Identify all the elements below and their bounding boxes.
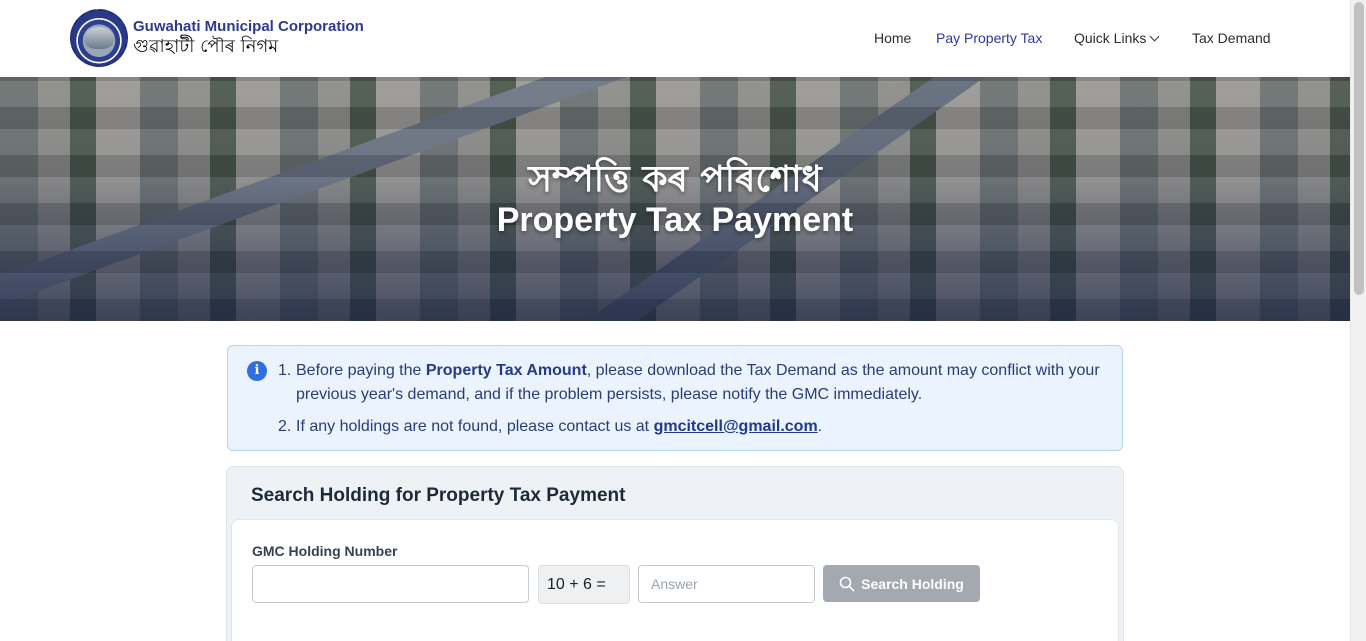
contact-email-link[interactable]: gmcitcell@gmail.com [654,418,818,435]
card-title: Search Holding for Property Tax Payment [251,485,626,506]
page-scrollbar[interactable] [1350,0,1366,641]
search-icon [839,576,855,591]
nav-quick-links-label: Quick Links [1074,30,1147,46]
hero-banner: সম্পত্তি কৰ পৰিশোধ Property Tax Payment [0,77,1350,321]
brand[interactable]: Guwahati Municipal Corporation গুৱাহাটী … [70,9,364,67]
captcha-answer-input[interactable]: Answer [638,565,815,603]
notice-item: 1. Before paying the Property Tax Amount… [278,362,1100,403]
notice-item: 2. If any holdings are not found, please… [278,418,823,435]
nav-home[interactable]: Home [874,30,911,46]
nav-pay-property-tax[interactable]: Pay Property Tax [936,30,1042,46]
holding-number-input[interactable] [252,565,529,603]
org-name-en: Guwahati Municipal Corporation [133,18,364,35]
holding-number-label: GMC Holding Number [252,543,398,559]
nav-quick-links[interactable]: Quick Links [1074,30,1160,46]
org-name-as: গুৱাহাটী পৌৰ নিগম [133,36,279,57]
site-header: Guwahati Municipal Corporation গুৱাহাটী … [0,0,1350,77]
search-form: GMC Holding Number 10 + 6 = Answer Searc… [231,519,1119,641]
gmc-logo [70,9,128,67]
captcha-question: 10 + 6 = [538,565,630,604]
notice-highlight: Property Tax Amount [425,362,587,379]
hero-title: Property Tax Payment [496,201,854,239]
info-notice: i 1. Before paying the Property Tax Amou… [227,345,1123,451]
search-holding-label: Search Holding [861,575,964,592]
info-icon: i [247,361,267,381]
scrollbar-thumb[interactable] [1354,2,1364,295]
search-holding-button[interactable]: Search Holding [823,565,980,602]
chevron-down-icon [1149,31,1160,42]
search-holding-card: Search Holding for Property Tax Payment … [226,466,1124,641]
nav-tax-demand[interactable]: Tax Demand [1192,30,1271,46]
